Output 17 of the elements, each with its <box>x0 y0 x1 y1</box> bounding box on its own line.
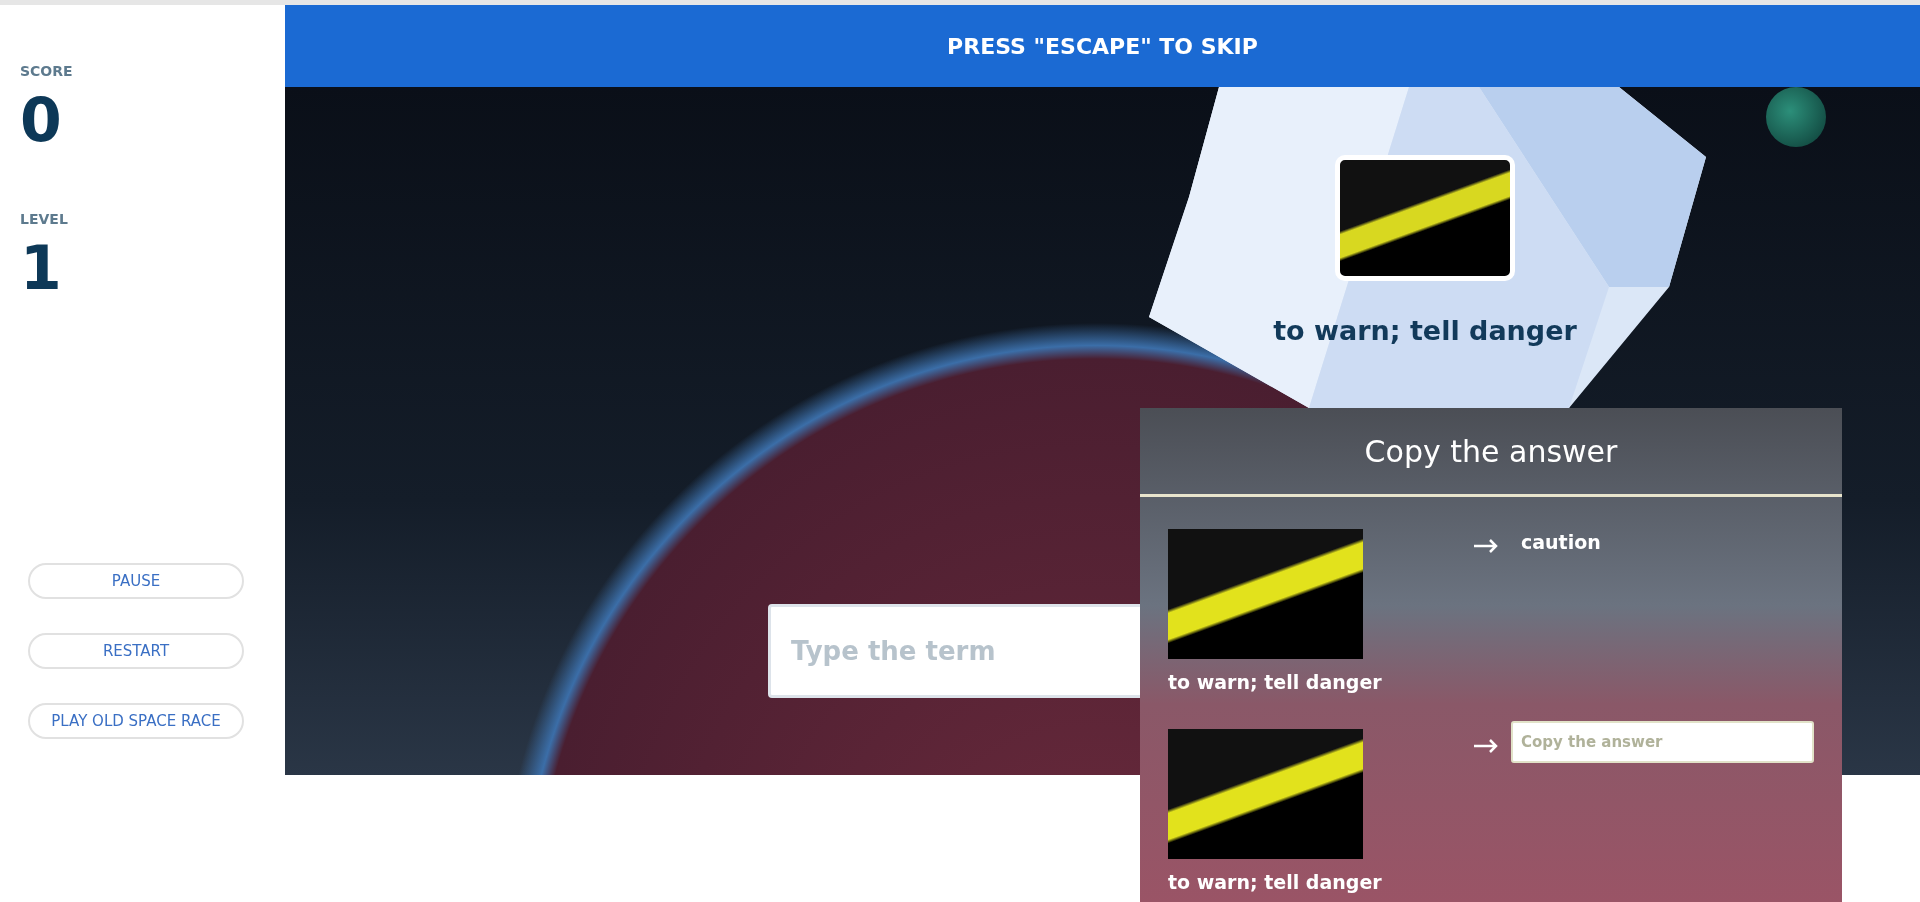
restart-button[interactable]: RESTART <box>28 633 244 669</box>
arrow-icon <box>1473 539 1499 553</box>
score-label: SCORE <box>20 63 74 79</box>
skip-banner: PRESS "ESCAPE" TO SKIP <box>285 5 1920 87</box>
copy-answer-field[interactable]: Copy the answer <box>1511 721 1814 763</box>
arrow-icon <box>1473 739 1499 753</box>
moon-drawing <box>1766 87 1826 147</box>
pause-button[interactable]: PAUSE <box>28 563 244 599</box>
definition-text: to warn; tell danger <box>1168 671 1383 693</box>
asteroid-definition: to warn; tell danger <box>1273 315 1577 346</box>
level-label: LEVEL <box>20 211 69 227</box>
play-old-version-button[interactable]: PLAY OLD SPACE RACE <box>28 703 244 739</box>
level-value: 1 <box>20 235 63 301</box>
definition-text: to warn; tell danger <box>1168 871 1383 893</box>
score-value: 0 <box>20 87 63 153</box>
panel-title: Copy the answer <box>1140 408 1842 497</box>
answer-term: caution <box>1521 531 1601 553</box>
